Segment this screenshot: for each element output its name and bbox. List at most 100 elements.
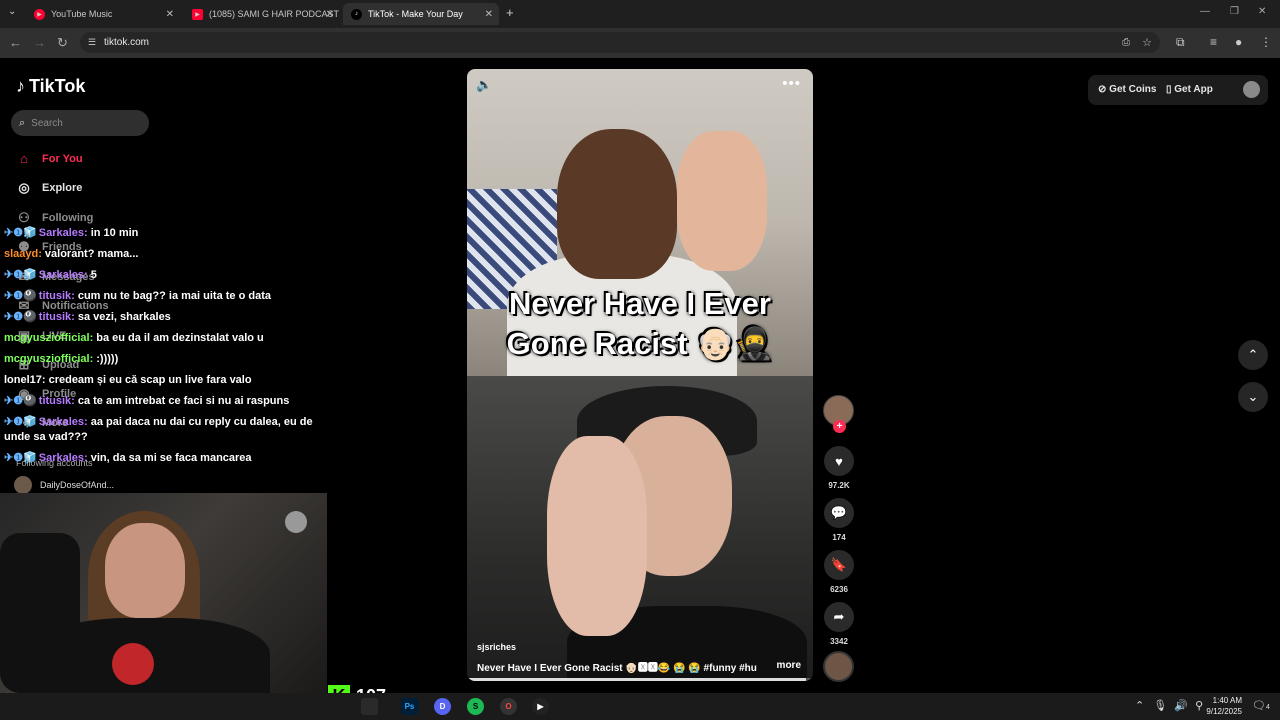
chat-badges: ✈❶🧊 xyxy=(4,452,37,464)
restore-icon[interactable]: ❐ xyxy=(1230,6,1239,17)
url-field[interactable]: ☰ tiktok.com ⎙ ☆ xyxy=(80,32,1160,53)
app-label: ▶ xyxy=(537,702,544,711)
shirt-logo xyxy=(112,643,154,685)
profile-avatar-icon[interactable]: ● xyxy=(1235,35,1242,49)
chat-username: mcgyusziofficial: xyxy=(4,353,94,365)
like-button[interactable]: ♥ 97.2K xyxy=(824,446,854,490)
reload-icon[interactable]: ↻ xyxy=(57,35,68,51)
clock-time: 1:40 AM xyxy=(1212,696,1242,705)
description-more-link[interactable]: more xyxy=(777,660,801,671)
chat-username: slaayd: xyxy=(4,248,42,260)
chevron-up-icon[interactable]: ⌃ xyxy=(1135,700,1144,712)
close-icon[interactable]: ✕ xyxy=(326,9,334,20)
volume-icon[interactable]: 🔈 xyxy=(476,77,492,93)
chat-badges: ✈❶🧊 xyxy=(4,269,37,281)
bookmark-icon: 🔖 xyxy=(824,550,854,580)
chat-message: lonel17: credeam și eu că scap un live fa… xyxy=(4,370,334,391)
chat-badges: ✈❶🧊 xyxy=(4,227,37,239)
minimize-icon[interactable]: — xyxy=(1200,6,1210,17)
more-options-icon[interactable]: ••• xyxy=(782,75,801,92)
taskbar-app-active[interactable] xyxy=(361,698,378,715)
back-icon[interactable]: ← xyxy=(9,35,22,50)
search-input[interactable]: ⌕ Search xyxy=(11,110,149,136)
close-icon[interactable]: ✕ xyxy=(166,9,174,20)
system-tray[interactable]: ⌃ 🎙 🔊 ⚲ xyxy=(1135,699,1203,712)
tab-search-icon[interactable]: ⌄ xyxy=(8,6,16,17)
sidebar-item-label: Explore xyxy=(42,182,83,194)
microphone xyxy=(285,511,307,533)
bookmark-star-icon[interactable]: ☆ xyxy=(1142,36,1152,49)
media-controls-icon[interactable]: ≡ xyxy=(1210,35,1217,49)
clock-date: 9/12/2025 xyxy=(1206,707,1242,716)
user-avatar[interactable] xyxy=(1243,81,1260,98)
extensions-icon[interactable]: ⧉ xyxy=(1176,35,1185,50)
app-label: Ps xyxy=(404,702,415,711)
chat-badges: ✈❶🎱 xyxy=(4,311,37,323)
spotify-icon[interactable]: S xyxy=(467,698,484,715)
browser-tab-bar: ⌄ ▶ YouTube Music ✕ ▶ (1085) SAMI G HAIR… xyxy=(0,0,1280,28)
menu-icon[interactable]: ⋮ xyxy=(1260,35,1272,49)
share-button[interactable]: ➦ 3342 xyxy=(824,602,854,646)
site-info-icon[interactable]: ☰ xyxy=(88,37,96,48)
chat-username: Sarkales: xyxy=(38,227,88,239)
save-button[interactable]: 🔖 6236 xyxy=(824,550,854,594)
video-username[interactable]: sjsriches xyxy=(477,642,516,652)
address-bar-row: ← → ↻ ☰ tiktok.com ⎙ ☆ ⧉ ≡ ● ⋮ xyxy=(0,28,1280,58)
obs-icon[interactable]: O xyxy=(500,698,517,715)
chat-text: ba eu da il am dezinstalat valo u xyxy=(96,332,264,344)
follow-plus-icon[interactable]: + xyxy=(833,420,846,433)
tiktok-logo[interactable]: ♪ TikTok xyxy=(16,76,85,97)
tab-youtube-music[interactable]: ▶ YouTube Music ✕ xyxy=(26,3,180,25)
previous-video-button[interactable]: ⌃ xyxy=(1238,340,1268,370)
kick-viewer-count: K 107 xyxy=(328,685,386,693)
chat-message: ✈❶🧊 Sarkales: aa pai daca nu dai cu reply … xyxy=(4,412,334,448)
install-icon[interactable]: ⎙ xyxy=(1122,37,1130,48)
microphone-icon[interactable]: 🎙 xyxy=(1153,700,1167,712)
close-window-icon[interactable]: ✕ xyxy=(1258,6,1266,17)
comment-button[interactable]: 💬 174 xyxy=(824,498,854,542)
video-bottom-frame xyxy=(467,376,813,681)
video-progress-bar[interactable] xyxy=(467,678,813,681)
viewer-count: 107 xyxy=(356,686,386,694)
chat-badges: ✈❶🎱 xyxy=(4,290,37,302)
video-top-frame: Never Have I Ever Gone Racist 👴🏻🥷 xyxy=(467,69,813,384)
tab-title: TikTok - Make Your Day xyxy=(368,9,463,19)
share-count: 3342 xyxy=(830,637,848,646)
chevron-down-icon: ⌄ xyxy=(1247,389,1259,404)
app-label: D xyxy=(439,702,446,711)
chat-message: ✈❶🎱 titusik: cum nu te bag?? ia mai uita t… xyxy=(4,286,334,307)
media-player-icon[interactable]: ▶ xyxy=(532,698,549,715)
speaker-icon[interactable]: 🔊 xyxy=(1174,700,1188,712)
get-app-button[interactable]: ▯ Get App xyxy=(1166,84,1213,95)
video-caption: Never Have I Ever Gone Racist 👴🏻🥷 xyxy=(467,284,813,364)
save-count: 6236 xyxy=(830,585,848,594)
caption-line: Gone Racist 👴🏻🥷 xyxy=(506,326,774,361)
forward-icon[interactable]: → xyxy=(33,35,46,50)
sidebar-item-for-you[interactable]: ⌂ For You xyxy=(16,151,82,166)
taskbar-clock[interactable]: 1:40 AM 9/12/2025 xyxy=(1200,695,1242,717)
next-video-button[interactable]: ⌄ xyxy=(1238,382,1268,412)
chat-text: :))))) xyxy=(96,353,119,365)
compass-icon: ◎ xyxy=(18,180,30,195)
raised-hand xyxy=(677,131,767,271)
search-placeholder: Search xyxy=(31,117,63,129)
progress-fill xyxy=(467,678,807,681)
sidebar-item-explore[interactable]: ◎ Explore xyxy=(16,180,82,196)
chat-badges: ✈❶🧊 xyxy=(4,416,37,428)
notification-icon[interactable]: 🗨4 xyxy=(1252,699,1270,712)
photoshop-icon[interactable]: Ps xyxy=(401,698,418,715)
music-disc-icon[interactable] xyxy=(823,651,854,682)
get-coins-button[interactable]: ⊘ Get Coins xyxy=(1098,84,1156,95)
notification-count: 4 xyxy=(1265,704,1270,711)
chat-message: ✈❶🧊 Sarkales: vin, da sa mi se faca mancar… xyxy=(4,448,334,469)
following-account-item[interactable]: DailyDoseOfAnd... xyxy=(14,476,114,494)
video-player[interactable]: Never Have I Ever Gone Racist 👴🏻🥷 🔈 ••• … xyxy=(467,69,813,681)
chevron-up-icon: ⌃ xyxy=(1247,347,1259,362)
tab-tiktok[interactable]: ♪ TikTok - Make Your Day ✕ xyxy=(343,3,499,25)
discord-icon[interactable]: D xyxy=(434,698,451,715)
tab-youtube-podcast[interactable]: ▶ (1085) SAMI G HAIR PODCAST ✕ xyxy=(184,3,340,25)
new-tab-button[interactable]: + xyxy=(506,5,514,20)
search-icon: ⌕ xyxy=(19,116,26,129)
close-icon[interactable]: ✕ xyxy=(485,9,493,20)
coin-icon: ⊘ xyxy=(1098,84,1110,95)
